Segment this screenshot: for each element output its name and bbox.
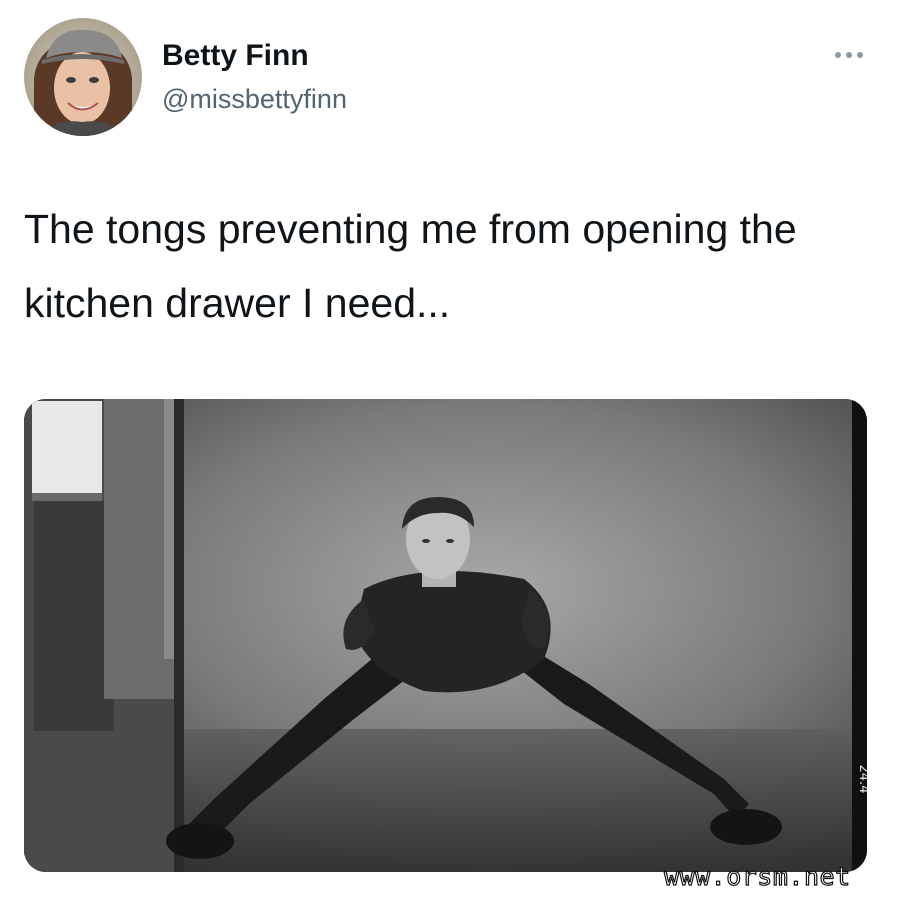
tweet-card: Betty Finn @missbettyfinn The tongs prev… bbox=[0, 0, 900, 900]
tweet-photo[interactable]: 24.4 bbox=[24, 399, 867, 872]
tweet-text: The tongs preventing me from opening the… bbox=[24, 206, 797, 326]
author-display-name[interactable]: Betty Finn bbox=[162, 38, 309, 74]
more-options-button[interactable] bbox=[824, 42, 874, 68]
site-watermark: www.orsm.net bbox=[663, 861, 851, 891]
frame-label: 24.4 bbox=[856, 765, 867, 794]
avatar[interactable] bbox=[24, 18, 142, 136]
author-handle[interactable]: @missbettyfinn bbox=[162, 82, 347, 116]
more-dots-icon bbox=[835, 52, 863, 58]
